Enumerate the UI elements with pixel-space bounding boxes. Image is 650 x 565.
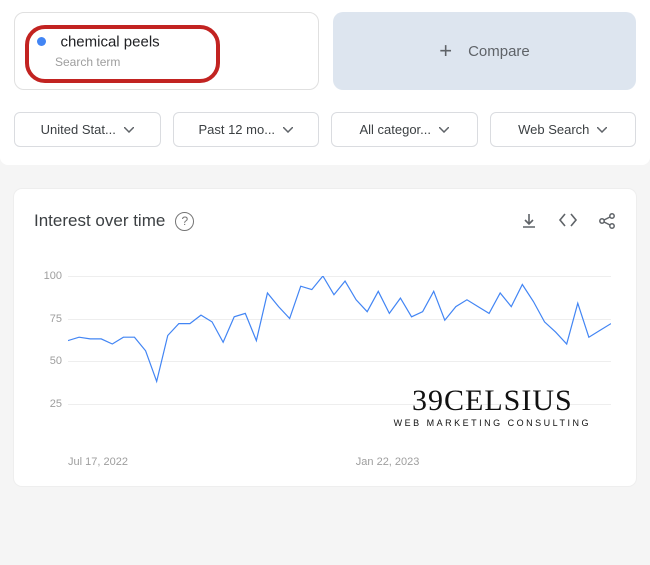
chart-title: Interest over time (34, 211, 165, 231)
plus-icon: + (439, 38, 452, 64)
chevron-down-icon (283, 127, 293, 133)
compare-label: Compare (468, 43, 530, 60)
help-icon[interactable]: ? (175, 212, 194, 231)
search-type-filter[interactable]: Web Search (490, 112, 637, 147)
term-subtype: Search term (55, 55, 296, 69)
region-label: United Stat... (41, 122, 116, 137)
x-axis-labels: Jul 17, 2022 Jan 22, 2023 (68, 456, 611, 476)
y-tick-label: 75 (50, 313, 62, 325)
line-chart (68, 276, 611, 446)
term-row: chemical peels Search term + Compare (14, 12, 636, 90)
share-icon[interactable] (598, 212, 616, 230)
chart-actions (520, 212, 616, 230)
y-tick-label: 50 (50, 355, 62, 367)
compare-button[interactable]: + Compare (333, 12, 636, 90)
download-icon[interactable] (520, 212, 538, 230)
term-name: chemical peels (60, 33, 159, 50)
search-term-card[interactable]: chemical peels Search term (14, 12, 319, 90)
x-tick-label: Jul 17, 2022 (68, 456, 128, 468)
chevron-down-icon (439, 127, 449, 133)
y-axis-labels: 255075100 (34, 276, 62, 446)
top-controls-panel: chemical peels Search term + Compare Uni… (0, 0, 650, 165)
data-series-line (68, 276, 611, 381)
term-color-dot (37, 37, 46, 46)
embed-icon[interactable] (558, 212, 578, 230)
region-filter[interactable]: United Stat... (14, 112, 161, 147)
chart-header: Interest over time ? (34, 211, 616, 231)
chart-body: 255075100 39CELSIUS WEB MARKETING CONSUL… (34, 276, 616, 476)
y-tick-label: 100 (44, 270, 62, 282)
plot-area: 39CELSIUS WEB MARKETING CONSULTING (68, 276, 611, 446)
y-tick-label: 25 (50, 398, 62, 410)
search-type-label: Web Search (518, 122, 589, 137)
period-filter[interactable]: Past 12 mo... (173, 112, 320, 147)
category-label: All categor... (359, 122, 431, 137)
category-filter[interactable]: All categor... (331, 112, 478, 147)
chevron-down-icon (597, 127, 607, 133)
chevron-down-icon (124, 127, 134, 133)
period-label: Past 12 mo... (198, 122, 275, 137)
x-tick-label: Jan 22, 2023 (356, 456, 420, 468)
filter-row: United Stat... Past 12 mo... All categor… (14, 112, 636, 147)
chart-card: Interest over time ? 25 50 75 100 39CELSIUS… (14, 189, 636, 486)
